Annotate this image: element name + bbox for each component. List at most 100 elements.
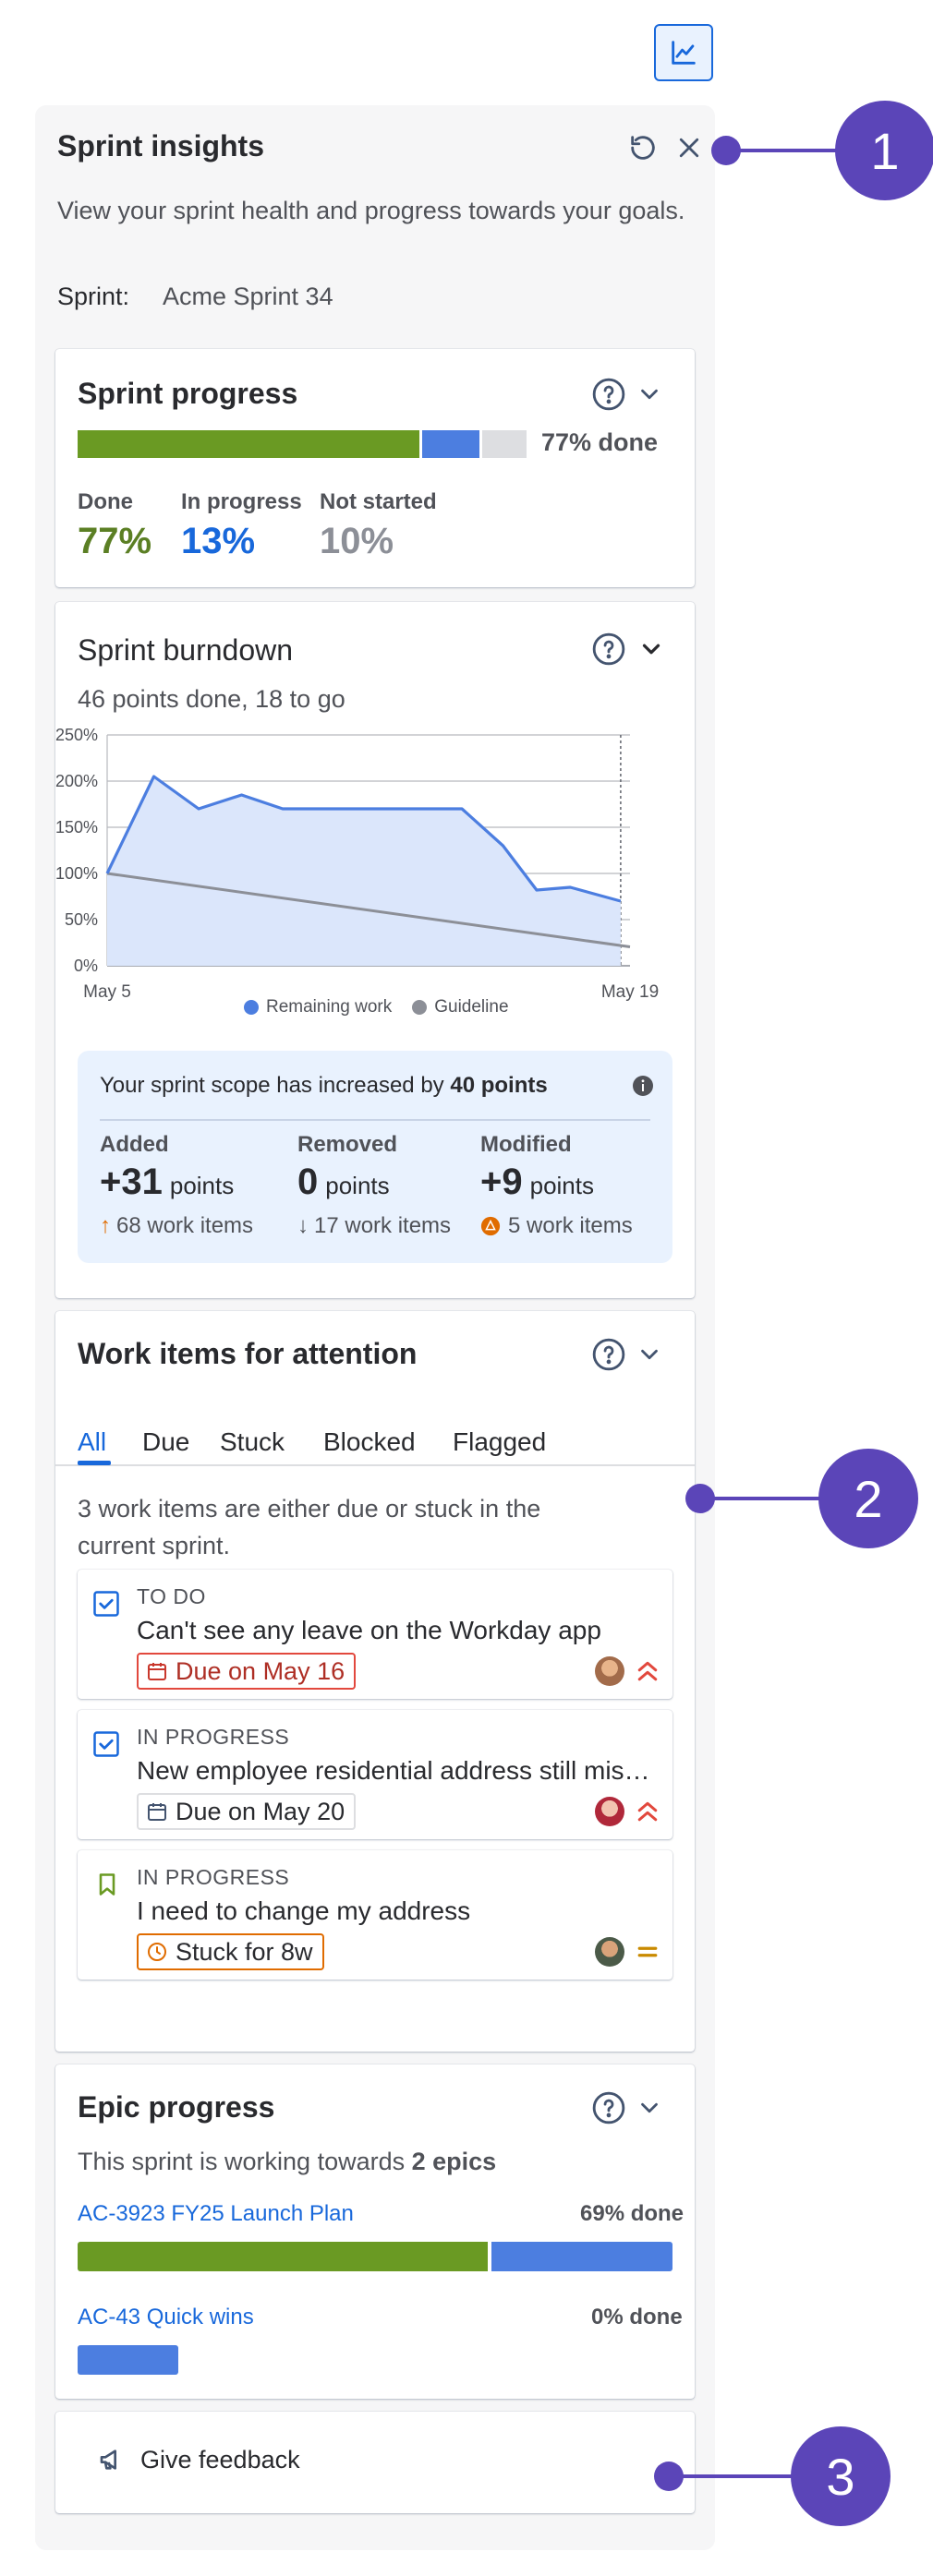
work-item-row[interactable]: TO DO Can't see any leave on the Workday… xyxy=(78,1570,672,1699)
callout-3-dot xyxy=(654,2462,684,2491)
epic-done-segment xyxy=(78,2242,489,2271)
epic-progress-card: Epic progress This sprint is working tow… xyxy=(55,2064,695,2399)
sprint-burndown-card: Sprint burndown 46 points done, 18 to go… xyxy=(55,602,695,1298)
work-item-row[interactable]: IN PROGRESS New employee residential add… xyxy=(78,1710,672,1839)
callout-3-badge: 3 xyxy=(791,2426,891,2526)
scope-change-box: Your sprint scope has increased by 40 po… xyxy=(78,1051,672,1263)
give-feedback-button[interactable]: Give feedback xyxy=(98,2445,300,2474)
stat-done-value: 77% xyxy=(78,521,152,561)
scope-added-value: +31 points xyxy=(100,1162,234,1203)
callout-2-dot xyxy=(685,1484,715,1513)
tab-due[interactable]: Due xyxy=(142,1427,189,1457)
panel-description: View your sprint health and progress tow… xyxy=(57,197,685,224)
refresh-icon xyxy=(631,136,655,160)
close-icon xyxy=(679,138,699,158)
scope-added-number: +31 xyxy=(100,1162,163,1202)
sprint-label: Sprint: xyxy=(57,283,130,310)
attention-title: Work items for attention xyxy=(78,1337,418,1370)
burndown-chart: 0% 50% 100% 150% 200% 250% May 5 May 19 xyxy=(55,726,659,1002)
epic-summary-bold: 2 epics xyxy=(411,2148,497,2175)
epic-link[interactable]: AC-3923 FY25 Launch Plan xyxy=(78,2201,354,2227)
burndown-subtitle: 46 points done, 18 to go xyxy=(78,685,345,713)
stuck-text: Stuck for 8w xyxy=(176,1937,313,1966)
work-item-title[interactable]: I need to change my address xyxy=(137,1896,654,1926)
epic-progress-bar xyxy=(78,2242,672,2271)
due-date-lozenge: Due on May 16 xyxy=(137,1653,357,1690)
help-icon[interactable] xyxy=(591,1337,626,1372)
panel-title: Sprint insights xyxy=(57,129,264,163)
callout-2-badge: 2 xyxy=(818,1449,918,1548)
calendar-icon xyxy=(148,1803,166,1821)
clock-icon xyxy=(148,1943,166,1961)
work-item-title[interactable]: New employee residential address still m… xyxy=(137,1756,654,1786)
scope-modified-sub-text: 5 work items xyxy=(508,1213,633,1238)
legend-guideline: Guideline xyxy=(412,997,509,1017)
chevron-down-icon[interactable] xyxy=(637,635,665,663)
tab-active-indicator xyxy=(78,1461,111,1465)
help-icon[interactable] xyxy=(591,2090,626,2125)
work-items-attention-card: Work items for attention All Due Stuck B… xyxy=(55,1311,695,2052)
scope-modified-label: Modified xyxy=(480,1132,572,1157)
avatar[interactable] xyxy=(595,1656,624,1686)
scope-removed-sub-text: 17 work items xyxy=(314,1213,452,1238)
sprint-progress-card: Sprint progress 77% done Done 77% In pro… xyxy=(55,349,695,587)
callout-3-line xyxy=(674,2474,796,2478)
scope-modified-number: +9 xyxy=(480,1162,523,1202)
work-item-row[interactable]: IN PROGRESS I need to change my address … xyxy=(78,1850,672,1980)
scope-removed-unit: points xyxy=(325,1172,390,1199)
progress-not-started-segment xyxy=(482,430,527,458)
help-icon[interactable] xyxy=(591,632,626,667)
insights-toggle-button[interactable] xyxy=(654,24,713,81)
info-icon[interactable] xyxy=(632,1075,654,1097)
avatar[interactable] xyxy=(595,1797,624,1826)
tab-flagged[interactable]: Flagged xyxy=(453,1427,546,1457)
scope-removed-label: Removed xyxy=(297,1132,398,1157)
stat-not-started-label: Not started xyxy=(320,489,437,514)
progress-done-segment xyxy=(78,430,419,458)
callout-1-badge: 1 xyxy=(835,101,933,200)
tab-blocked[interactable]: Blocked xyxy=(323,1427,416,1457)
chevron-down-icon[interactable] xyxy=(636,2094,663,2122)
scope-modified-sub: 5 work items xyxy=(480,1213,633,1239)
legend-remaining-label: Remaining work xyxy=(266,997,393,1017)
y-tick-label: 200% xyxy=(55,772,98,790)
progress-in-progress-segment xyxy=(421,430,479,458)
x-tick-label: May 5 xyxy=(83,982,131,1002)
priority-highest-icon xyxy=(637,1801,658,1822)
scope-modified-unit: points xyxy=(529,1172,594,1199)
close-button[interactable] xyxy=(671,129,708,166)
sprint-progress-bar xyxy=(78,430,527,458)
avatar[interactable] xyxy=(595,1937,624,1967)
chevron-down-icon[interactable] xyxy=(636,1341,663,1368)
scope-added-label: Added xyxy=(100,1132,169,1157)
chart-trend-icon xyxy=(672,41,696,65)
tab-all[interactable]: All xyxy=(78,1427,106,1457)
due-date-text: Due on May 16 xyxy=(176,1656,345,1685)
arrow-up-icon: ↑ xyxy=(100,1213,111,1238)
give-feedback-label: Give feedback xyxy=(140,2445,300,2474)
stat-done-label: Done xyxy=(78,489,133,514)
epic-progress-title: Epic progress xyxy=(78,2090,275,2124)
legend-guideline-swatch xyxy=(412,1000,428,1015)
burndown-title: Sprint burndown xyxy=(78,633,294,667)
callout-1-dot xyxy=(711,136,741,165)
calendar-icon xyxy=(148,1663,166,1680)
task-checkbox-icon xyxy=(93,1591,119,1617)
scope-added-sub-text: 68 work items xyxy=(116,1213,254,1238)
y-tick-label: 100% xyxy=(55,864,98,883)
feedback-card: Give feedback xyxy=(55,2412,695,2513)
work-item-title[interactable]: Can't see any leave on the Workday app xyxy=(137,1616,654,1645)
tab-stuck[interactable]: Stuck xyxy=(220,1427,285,1457)
tab-divider xyxy=(55,1464,695,1466)
priority-medium-icon xyxy=(637,1946,658,1957)
work-item-status: IN PROGRESS xyxy=(137,1865,290,1889)
chevron-down-icon[interactable] xyxy=(636,380,663,408)
attention-summary: 3 work items are either due or stuck in … xyxy=(78,1495,541,1559)
refresh-button[interactable] xyxy=(624,129,661,166)
scope-added-unit: points xyxy=(169,1172,235,1199)
due-date-lozenge: Due on May 20 xyxy=(137,1793,357,1830)
help-icon[interactable] xyxy=(591,377,626,412)
stat-not-started-value: 10% xyxy=(320,521,394,561)
chart-legend: Remaining work Guideline xyxy=(244,997,509,1017)
epic-link[interactable]: AC-43 Quick wins xyxy=(78,2305,254,2330)
